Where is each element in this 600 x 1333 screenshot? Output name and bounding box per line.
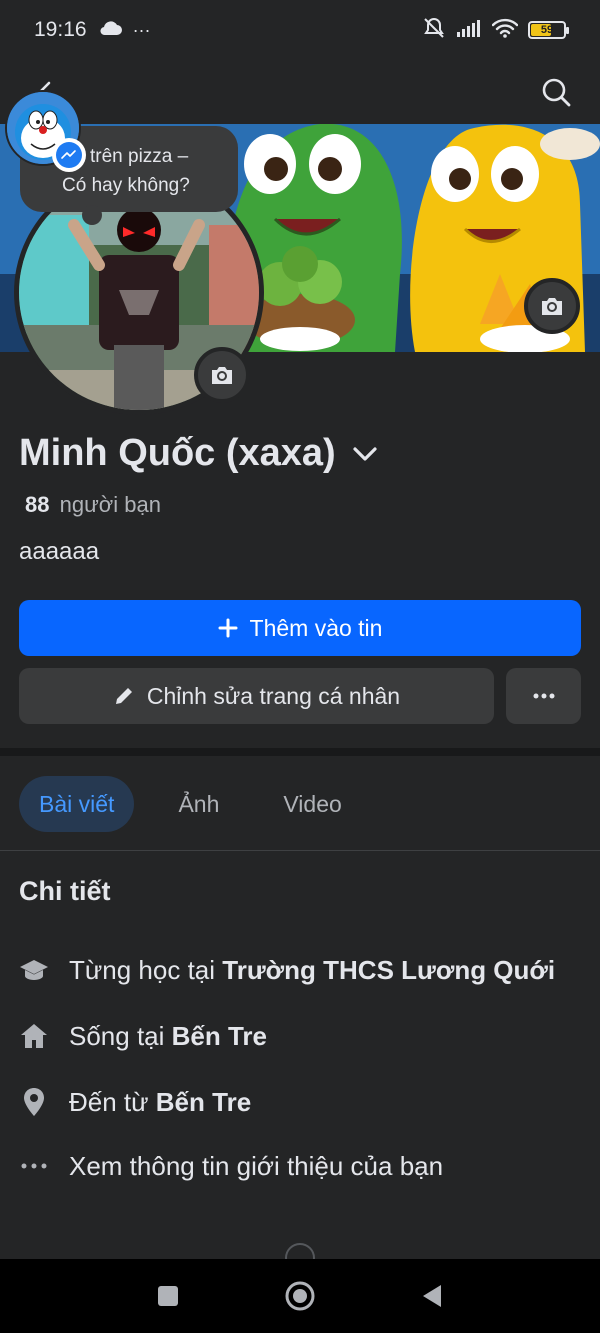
- messenger-icon: [56, 142, 82, 168]
- camera-icon: [212, 367, 232, 384]
- add-to-story-button[interactable]: Thêm vào tin: [19, 600, 581, 656]
- square-icon: [158, 1286, 178, 1306]
- note-line-1: trên pizza –: [90, 146, 189, 167]
- tab-videos[interactable]: Video: [263, 776, 361, 832]
- profile-name[interactable]: Minh Quốc (xaxa): [19, 432, 378, 475]
- detail-see-about[interactable]: Xem thông tin giới thiệu của bạn: [19, 1146, 589, 1186]
- system-nav-bar: [0, 1259, 600, 1333]
- detail-see-about-label: Xem thông tin giới thiệu của bạn: [69, 1150, 444, 1181]
- tab-photos[interactable]: Ảnh: [158, 776, 239, 832]
- detail-education[interactable]: Từng học tại Trường THCS Lương Quới: [19, 950, 589, 990]
- circle-home-icon: [285, 1281, 315, 1311]
- chevron-down-icon[interactable]: [352, 445, 378, 463]
- edit-cover-button[interactable]: [524, 278, 580, 334]
- triangle-back-icon: [423, 1285, 441, 1307]
- note-line-2: Có hay không?: [62, 175, 190, 196]
- home-icon: [19, 1021, 49, 1051]
- detail-lives-in-value[interactable]: Bến Tre: [172, 1021, 267, 1051]
- detail-education-value[interactable]: Trường THCS Lương Quới: [222, 955, 555, 985]
- edit-avatar-button[interactable]: [194, 347, 250, 403]
- location-pin-icon: [19, 1087, 49, 1117]
- mute-icon: [422, 17, 446, 44]
- messenger-badge: [52, 138, 86, 172]
- friends-count-number: 88: [25, 492, 50, 517]
- status-time: 19:16: [34, 18, 87, 41]
- friends-count-label: người bạn: [59, 492, 161, 517]
- detail-education-prefix: Từng học tại: [69, 954, 223, 985]
- system-back-button[interactable]: [412, 1276, 452, 1316]
- tabs-divider: [0, 850, 600, 851]
- detail-from-prefix: Đến từ: [69, 1086, 156, 1117]
- detail-from-value[interactable]: Bến Tre: [156, 1087, 251, 1117]
- more-dots-icon: [533, 693, 554, 699]
- pencil-icon: [115, 688, 132, 704]
- details-title: Chi tiết: [19, 876, 111, 906]
- section-divider: [0, 748, 600, 756]
- top-nav: [0, 60, 600, 124]
- profile-bio: aaaaaa: [19, 538, 100, 565]
- edit-profile-button[interactable]: Chỉnh sửa trang cá nhân: [19, 668, 494, 724]
- status-bar: 19:16 ··· 59: [0, 0, 600, 60]
- more-dots-icon: [19, 1151, 49, 1181]
- more-options-button[interactable]: [506, 668, 581, 724]
- recent-apps-button[interactable]: [148, 1276, 188, 1316]
- wifi-icon: [491, 18, 519, 43]
- cloud-icon: [99, 20, 123, 41]
- home-button[interactable]: [280, 1276, 320, 1316]
- detail-from[interactable]: Đến từ Bến Tre: [19, 1082, 589, 1122]
- plus-icon: [218, 618, 238, 638]
- detail-lives-in-prefix: Sống tại: [69, 1020, 172, 1051]
- tab-posts[interactable]: Bài viết: [19, 776, 135, 832]
- profile-name-text: Minh Quốc (xaxa): [19, 432, 336, 474]
- profile-tabs: Bài viết Ảnh Video: [19, 776, 362, 832]
- more-notifications-icon: ···: [132, 19, 151, 40]
- detail-lives-in[interactable]: Sống tại Bến Tre: [19, 1016, 589, 1056]
- search-button[interactable]: [534, 70, 578, 114]
- search-icon: [542, 78, 571, 107]
- camera-icon: [542, 298, 562, 315]
- edit-profile-label: Chỉnh sửa trang cá nhân: [146, 682, 401, 709]
- battery-level: 59: [540, 24, 554, 36]
- signal-icon: [456, 19, 482, 42]
- battery-icon: 59: [528, 21, 569, 39]
- add-to-story-label: Thêm vào tin: [249, 614, 383, 641]
- graduation-cap-icon: [19, 955, 49, 985]
- friends-count[interactable]: 88 người bạn: [25, 492, 161, 518]
